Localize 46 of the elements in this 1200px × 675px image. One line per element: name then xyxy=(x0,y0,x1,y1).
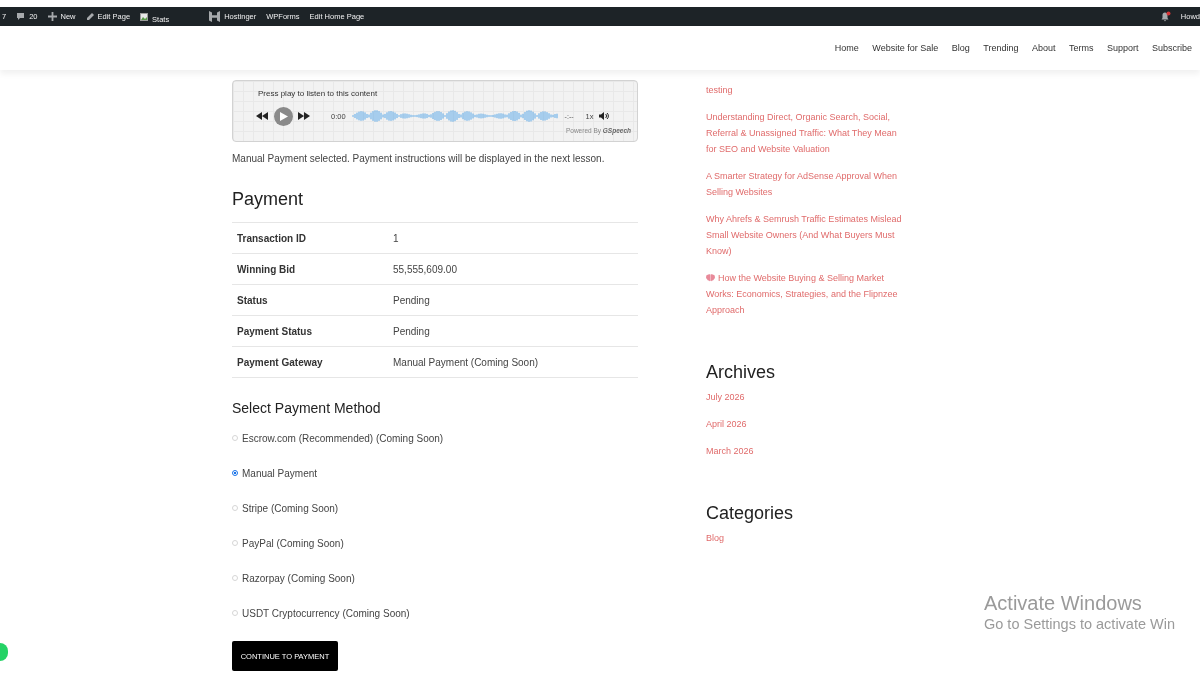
widget-heading: Archives xyxy=(706,361,777,383)
status-message: Manual Payment selected. Payment instructions will be displayed in the next lesson. xyxy=(232,152,606,166)
play-icon xyxy=(279,111,288,121)
nav-link[interactable]: Trending xyxy=(983,43,1019,53)
pencil-icon xyxy=(85,12,94,21)
nav-link[interactable]: Support xyxy=(1106,43,1139,53)
bell-icon[interactable] xyxy=(1159,11,1171,22)
broken-image-icon xyxy=(140,12,149,21)
table-label: Transaction ID xyxy=(236,232,307,244)
table-label: Status xyxy=(236,294,269,306)
chat-button[interactable] xyxy=(0,643,8,661)
table-value: Pending xyxy=(393,294,430,306)
rewind-icon[interactable] xyxy=(256,112,268,120)
fast-forward-icon[interactable] xyxy=(298,112,310,120)
player-prompt: Press play to listen to this content xyxy=(257,89,379,99)
option-label[interactable]: PayPal (Coming Soon) xyxy=(242,537,344,549)
table-label: Payment Status xyxy=(236,325,314,337)
option-label[interactable]: Manual Payment xyxy=(242,467,318,479)
nav-link[interactable]: Terms xyxy=(1068,43,1094,53)
option-label[interactable]: USDT Cryptocurrency (Coming Soon) xyxy=(242,607,410,619)
section-heading: Payment xyxy=(232,188,305,210)
logo-icon xyxy=(209,11,221,22)
table-label: Winning Bid xyxy=(236,263,297,275)
nav-link[interactable]: Home xyxy=(834,43,859,53)
plus-icon xyxy=(47,12,57,21)
table-value: 55,555,609.00 xyxy=(393,263,457,275)
table-value: 1 xyxy=(393,232,399,244)
nav-link[interactable]: About xyxy=(1031,43,1056,53)
table-label: Payment Gateway xyxy=(236,356,324,368)
nav-link[interactable]: Subscribe xyxy=(1151,43,1192,53)
option-label[interactable]: Escrow.com (Recommended) (Coming Soon) xyxy=(242,432,444,444)
brain-icon xyxy=(706,274,715,282)
play-button[interactable] xyxy=(274,106,293,126)
table-value: Pending xyxy=(393,325,430,337)
widget-heading: Categories xyxy=(706,502,795,524)
activation-title: Activate Windows xyxy=(984,591,1143,615)
option-label[interactable]: Stripe (Coming Soon) xyxy=(242,502,339,514)
nav-link[interactable]: Blog xyxy=(951,43,970,53)
comment-icon xyxy=(16,12,26,21)
radio-button[interactable] xyxy=(232,470,238,476)
section-heading: Select Payment Method xyxy=(232,399,382,417)
option-label[interactable]: Razorpay (Coming Soon) xyxy=(242,572,355,584)
volume-icon[interactable] xyxy=(599,112,610,120)
activation-message: Go to Settings to activate Win xyxy=(984,615,1175,633)
table-value: Manual Payment (Coming Soon) xyxy=(393,356,539,368)
nav-link[interactable]: Website for Sale xyxy=(872,43,939,53)
